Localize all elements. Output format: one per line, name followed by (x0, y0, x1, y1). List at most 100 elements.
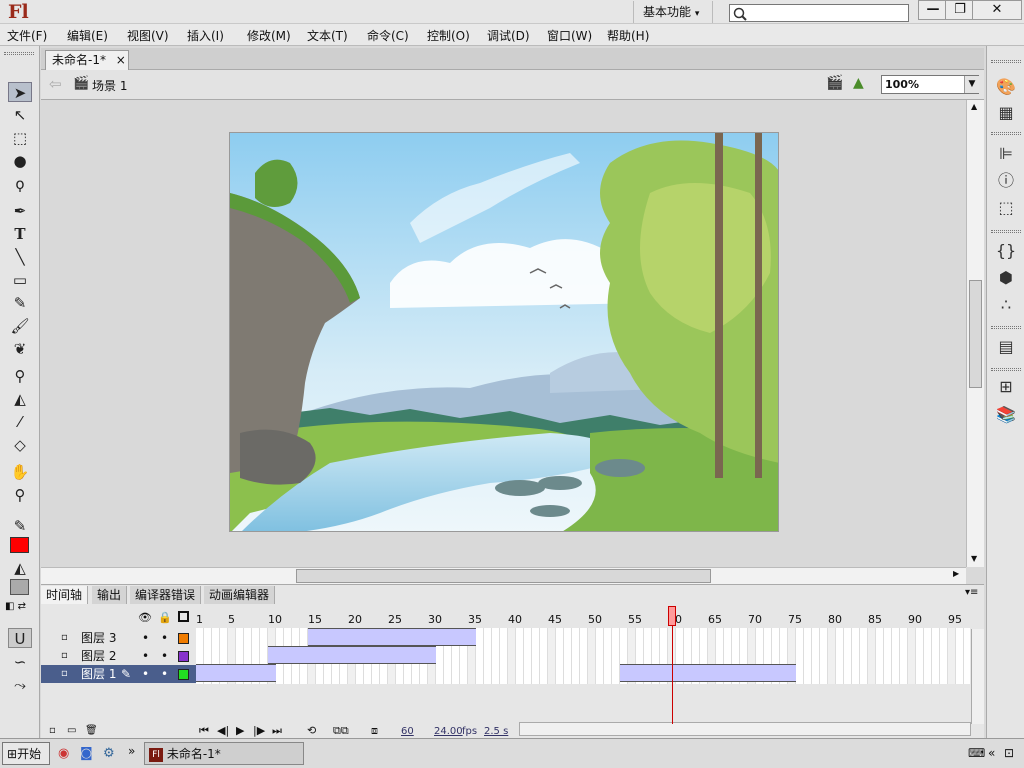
menu-edit[interactable]: 编辑(E) (67, 27, 108, 44)
fill-color-icon[interactable]: ◭ (8, 558, 32, 578)
snap-magnet-icon[interactable]: U (8, 628, 32, 648)
edit-scene-icon[interactable]: 🎬 (826, 75, 843, 91)
close-button[interactable]: ✕ (972, 0, 1022, 20)
project-panel-icon[interactable]: ▤ (994, 336, 1018, 358)
motion-presets-icon[interactable]: ∴ (994, 294, 1018, 316)
tray-expand-icon[interactable]: « (988, 746, 995, 760)
delete-layer-icon[interactable]: 🗑 (85, 725, 98, 736)
layer-row[interactable]: ▫ 图层 2 • • (41, 647, 196, 665)
scroll-down-icon[interactable]: ▼ (971, 554, 977, 563)
panel-grip[interactable] (991, 132, 1021, 135)
stage-horizontal-scrollbar[interactable]: ▶ (41, 567, 966, 584)
transform-panel-icon[interactable]: ⬚ (994, 197, 1018, 219)
swap-colors-icon[interactable]: ◧ ⇄ (5, 601, 35, 617)
selection-tool-icon[interactable]: ➤ (8, 82, 32, 102)
panel-grip[interactable] (991, 326, 1021, 329)
eye-icon[interactable]: 👁 (138, 611, 152, 624)
pencil-tool-icon[interactable]: ✎ (8, 293, 32, 313)
quicklaunch-more-icon[interactable]: » (128, 744, 135, 758)
help-search-input[interactable] (729, 4, 909, 22)
scroll-right-icon[interactable]: ▶ (953, 569, 959, 578)
panel-grip[interactable] (991, 60, 1021, 63)
frame-grid[interactable] (196, 628, 970, 684)
visibility-dot[interactable]: • (142, 647, 149, 665)
workspace-switcher[interactable]: 基本功能 ▾ (633, 1, 713, 23)
eraser-tool-icon[interactable]: ◇ (8, 435, 32, 455)
minimize-button[interactable]: — (918, 0, 948, 20)
rectangle-tool-icon[interactable]: ▭ (8, 270, 32, 290)
onion-skin-icon[interactable]: ⧉⧉ (333, 724, 349, 738)
keyboard-icon[interactable]: ⌨ (968, 746, 985, 760)
text-tool-icon[interactable]: T (8, 224, 32, 244)
panel-menu-icon[interactable]: ▾≡ (965, 587, 978, 598)
tab-timeline[interactable]: 时间轴 (41, 586, 89, 604)
layer-color-swatch[interactable] (178, 669, 189, 680)
layer-color-swatch[interactable] (178, 633, 189, 644)
frame-rate[interactable]: 24.00 (434, 726, 463, 737)
new-folder-icon[interactable]: ▭ (67, 725, 76, 736)
taskbar-task-flash[interactable]: Fl 未命名-1* (144, 742, 304, 765)
goto-first-icon[interactable]: ⏮ (199, 724, 209, 738)
3d-rotation-tool-icon[interactable]: ● (8, 151, 32, 171)
scene-label[interactable]: 场景 1 (92, 77, 127, 94)
frame-ruler[interactable]: 15101520253035404550556065707580859095 (196, 607, 971, 629)
network-icon[interactable]: ⊡ (1004, 746, 1014, 760)
menu-text[interactable]: 文本(T) (307, 27, 348, 44)
edit-symbols-icon[interactable]: ▲ (853, 75, 864, 91)
panel-grip[interactable] (991, 230, 1021, 233)
goto-last-icon[interactable]: ⏭ (272, 724, 282, 738)
scroll-thumb[interactable] (969, 280, 982, 388)
layer-row[interactable]: ▫ 图层 3 • • (41, 629, 196, 647)
loop-icon[interactable]: ⟲ (307, 724, 316, 737)
smooth-icon[interactable]: ∽ (8, 652, 32, 672)
play-icon[interactable]: ▶ (236, 724, 244, 737)
tab-output[interactable]: 输出 (92, 586, 128, 604)
zoom-select[interactable]: 100% ▼ (881, 75, 979, 94)
playhead-marker[interactable] (668, 606, 676, 626)
settings-icon[interactable]: ⚙ (103, 746, 115, 761)
outline-icon[interactable] (178, 611, 189, 622)
menu-commands[interactable]: 命令(C) (367, 27, 409, 44)
swatches-panel-icon[interactable]: ▦ (994, 102, 1018, 124)
menu-view[interactable]: 视图(V) (127, 27, 169, 44)
bone-tool-icon[interactable]: ⚲ (8, 366, 32, 386)
chrome-icon[interactable]: ◉ (58, 746, 69, 761)
fill-color-swatch[interactable] (10, 579, 29, 595)
layer-name[interactable]: 图层 2 (81, 647, 116, 665)
tween-span[interactable] (196, 664, 276, 682)
stage-canvas[interactable] (229, 132, 779, 532)
menu-insert[interactable]: 插入(I) (187, 27, 224, 44)
free-transform-tool-icon[interactable]: ⬚ (8, 128, 32, 148)
layer-name[interactable]: 图层 1 (81, 665, 116, 683)
layer-name[interactable]: 图层 3 (81, 629, 116, 647)
code-snippets-icon[interactable]: {} (994, 240, 1018, 262)
panel-grip[interactable] (991, 368, 1021, 371)
straighten-icon[interactable]: ⤳ (8, 675, 32, 695)
tab-close-icon[interactable]: × (116, 53, 126, 67)
document-tab[interactable]: 未命名-1* × (45, 50, 129, 70)
elapsed-time[interactable]: 2.5 s (484, 726, 508, 737)
align-panel-icon[interactable]: ⊫ (994, 143, 1018, 165)
step-forward-icon[interactable]: |▶ (253, 724, 265, 737)
brush-tool-icon[interactable]: 🖌 (8, 316, 32, 336)
tween-span[interactable] (308, 628, 476, 646)
lasso-tool-icon[interactable]: ϙ (8, 174, 32, 194)
lock-dot[interactable]: • (161, 629, 168, 647)
line-tool-icon[interactable]: ╲ (8, 247, 32, 267)
timeline-vertical-scrollbar[interactable] (971, 629, 984, 724)
menu-debug[interactable]: 调试(D) (487, 27, 530, 44)
browser-icon[interactable]: ◙ (80, 746, 93, 761)
menu-file[interactable]: 文件(F) (7, 27, 47, 44)
stroke-color-icon[interactable]: ✎ (8, 516, 32, 536)
deco-tool-icon[interactable]: ❦ (8, 339, 32, 359)
menu-control[interactable]: 控制(O) (427, 27, 470, 44)
tween-span[interactable] (620, 664, 796, 682)
tab-compiler-errors[interactable]: 编译器错误 (130, 586, 202, 604)
library-panel-icon[interactable]: 📚 (994, 404, 1018, 426)
color-panel-icon[interactable]: 🎨 (994, 76, 1018, 98)
step-back-icon[interactable]: ◀| (217, 724, 229, 737)
panel-grip[interactable] (4, 52, 34, 55)
zoom-tool-icon[interactable]: ⚲ (8, 485, 32, 505)
visibility-dot[interactable]: • (142, 629, 149, 647)
scroll-up-icon[interactable]: ▲ (971, 102, 977, 111)
